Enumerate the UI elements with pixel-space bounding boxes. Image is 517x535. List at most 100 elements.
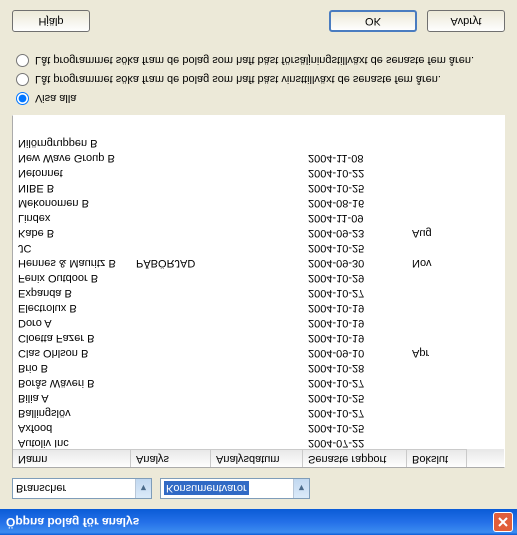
cell-analys: [131, 239, 211, 254]
col-analys[interactable]: Analys: [131, 449, 211, 467]
table-row[interactable]: Kabe B2004-09-23Aug: [13, 224, 504, 239]
col-senaste[interactable]: Senaste rapport: [303, 449, 407, 467]
cell-analys: [131, 209, 211, 224]
cell-date: [211, 389, 303, 404]
table-row[interactable]: Lindex 2004-11-09: [13, 209, 504, 224]
table-row[interactable]: Borås Wäveri B2004-10-27: [13, 374, 504, 389]
col-bokslut[interactable]: Bokslut: [407, 449, 467, 467]
table-row[interactable]: Autoliv Inc 2004-07-22: [13, 434, 504, 449]
branch-combo-label: Branscher: [16, 483, 66, 495]
radio-best-profit[interactable]: Låt programmet söka fram de bolag som ha…: [16, 73, 505, 86]
cell-analys: [131, 269, 211, 284]
cell-bokslut: [407, 374, 467, 389]
cell-rapport: 2004-10-19: [303, 329, 407, 344]
cell-analys: [131, 299, 211, 314]
cell-analys: [131, 134, 211, 149]
table-row[interactable]: Electrolux B 2004-10-19: [13, 299, 504, 314]
help-button[interactable]: Hjälp: [12, 10, 90, 32]
cell-name: Hennes & Mauritz B: [13, 254, 131, 269]
cell-date: [211, 299, 303, 314]
cell-date: [211, 329, 303, 344]
cell-date: [211, 434, 303, 449]
cell-rapport: 2004-09-10: [303, 344, 407, 359]
radio-best-profit-input[interactable]: [16, 73, 29, 86]
cell-rapport: 2004-10-25: [303, 179, 407, 194]
cell-analys: [131, 224, 211, 239]
branch-combo[interactable]: Branscher ▼: [12, 478, 152, 499]
cell-rapport: [303, 134, 407, 149]
cell-analys: [131, 419, 211, 434]
cell-name: Fenix Outdoor B: [13, 269, 131, 284]
cell-name: Clas Ohlson B: [13, 344, 131, 359]
cell-analys: [131, 149, 211, 164]
cell-rapport: 2004-11-09: [303, 209, 407, 224]
chevron-down-icon: ▼: [135, 479, 151, 498]
cell-date: [211, 344, 303, 359]
table-row[interactable]: Axfood2004-10-25: [13, 419, 504, 434]
category-combo[interactable]: Konsumentvaror ▼: [160, 478, 310, 499]
rows-container[interactable]: Autoliv Inc 2004-07-22Axfood2004-10-25Bal…: [13, 116, 504, 449]
radio-best-sales[interactable]: Låt programmet söka fram de bolag som ha…: [16, 54, 505, 67]
table-row[interactable]: Mekonomen B2004-08-16: [13, 194, 504, 209]
table-row[interactable]: NIBE B 2004-10-25: [13, 179, 504, 194]
table-row[interactable]: Doro A2004-10-19: [13, 314, 504, 329]
filter-radios: Visa alla Låt programmet söka fram de bo…: [16, 48, 505, 105]
cell-date: [211, 209, 303, 224]
cell-name: Kabe B: [13, 224, 131, 239]
cell-analys: [131, 344, 211, 359]
cell-bokslut: [407, 179, 467, 194]
cell-bokslut: [407, 194, 467, 209]
cell-name: Lindex: [13, 209, 131, 224]
col-analysdatum[interactable]: Analysdatum: [211, 449, 303, 467]
cell-date: [211, 179, 303, 194]
table-row[interactable]: Brio B2004-10-28: [13, 359, 504, 374]
table-row[interactable]: Hennes & Mauritz BPÅBÖRJAD2004-09-30Nov: [13, 254, 504, 269]
table-row[interactable]: Nilörngruppen B: [13, 134, 504, 149]
table-row[interactable]: New Wave Group B2004-11-08: [13, 149, 504, 164]
ok-button[interactable]: OK: [329, 10, 417, 32]
cell-name: Netonnet: [13, 164, 131, 179]
cancel-button[interactable]: Avbryt: [427, 10, 505, 32]
table-row[interactable]: Netonnet 2004-10-22: [13, 164, 504, 179]
cell-rapport: 2004-11-08: [303, 149, 407, 164]
table-row[interactable]: Clas Ohlson B2004-09-10Apr: [13, 344, 504, 359]
button-row: Hjälp OK Avbryt: [12, 10, 505, 40]
cell-analys: [131, 284, 211, 299]
cell-bokslut: [407, 359, 467, 374]
radio-show-all[interactable]: Visa alla: [16, 92, 505, 105]
table-row[interactable]: Ballingslöv2004-10-27: [13, 404, 504, 419]
category-combo-value: Konsumentvaror: [164, 482, 249, 496]
cell-analys: [131, 314, 211, 329]
table-row[interactable]: Cloetta Fazer B 2004-10-19: [13, 329, 504, 344]
table-row[interactable]: Fenix Outdoor B2004-10-29: [13, 269, 504, 284]
cell-name: Cloetta Fazer B: [13, 329, 131, 344]
cell-name: Electrolux B: [13, 299, 131, 314]
cell-rapport: 2004-08-16: [303, 194, 407, 209]
table-row[interactable]: Bilia A2004-10-25: [13, 389, 504, 404]
cell-bokslut: [407, 164, 467, 179]
cell-name: NIBE B: [13, 179, 131, 194]
cell-name: Nilörngruppen B: [13, 134, 131, 149]
cell-name: Autoliv Inc: [13, 434, 131, 449]
cell-rapport: 2004-10-22: [303, 164, 407, 179]
close-icon[interactable]: [493, 512, 513, 532]
col-name[interactable]: Namn: [13, 449, 131, 467]
cell-analys: [131, 374, 211, 389]
cell-rapport: 2004-10-27: [303, 374, 407, 389]
table-row[interactable]: Expanda B2004-10-27: [13, 284, 504, 299]
radio-show-all-input[interactable]: [16, 92, 29, 105]
radio-best-sales-input[interactable]: [16, 54, 29, 67]
cell-rapport: 2004-09-23: [303, 224, 407, 239]
cell-analys: [131, 329, 211, 344]
cell-rapport: 2004-07-22: [303, 434, 407, 449]
cell-date: [211, 254, 303, 269]
cell-name: Doro A: [13, 314, 131, 329]
table-row[interactable]: JC2004-10-25: [13, 239, 504, 254]
cell-bokslut: [407, 299, 467, 314]
cell-date: [211, 239, 303, 254]
cell-bokslut: [407, 134, 467, 149]
cell-analys: [131, 404, 211, 419]
cell-rapport: 2004-10-19: [303, 299, 407, 314]
cell-analys: PÅBÖRJAD: [131, 254, 211, 269]
cell-bokslut: [407, 149, 467, 164]
